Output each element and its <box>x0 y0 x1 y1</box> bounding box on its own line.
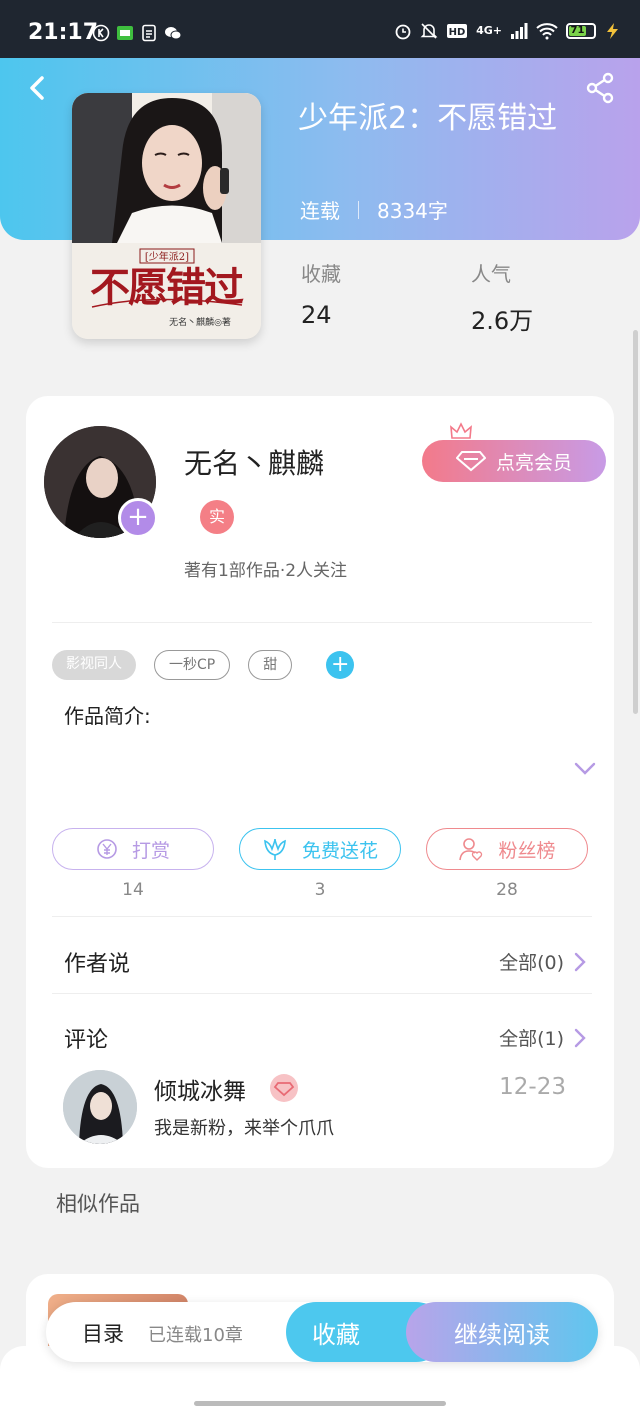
wechat-pay-icon <box>117 26 133 40</box>
author-says-title: 作者说 <box>64 952 131 977</box>
send-flower-label: 免费送花 <box>301 839 378 862</box>
commenter-name[interactable]: 倾城冰舞 <box>154 1072 246 1106</box>
status-time: 21:17 <box>28 20 99 45</box>
author-says-more-label: 全部(0) <box>499 952 564 974</box>
wifi-icon <box>536 23 558 40</box>
fans-icon <box>459 838 483 861</box>
fans-count: 28 <box>496 880 518 900</box>
battery-icon: 71 <box>566 23 596 39</box>
chapter-count: 已连载10章 <box>148 1325 243 1346</box>
crown-icon <box>450 422 472 439</box>
status-left-icons <box>92 24 182 42</box>
chevron-right-icon <box>574 952 586 971</box>
flower-count: 3 <box>314 880 326 900</box>
collect-label: 收藏 <box>312 1320 360 1349</box>
document-icon <box>142 24 156 42</box>
comments-more-label: 全部(1) <box>499 1028 564 1050</box>
yuan-icon <box>97 839 117 859</box>
stat-value: 2.6万 <box>471 307 534 335</box>
chevron-down-icon[interactable] <box>574 762 596 776</box>
continue-reading-label: 继续阅读 <box>454 1320 550 1349</box>
author-name[interactable]: 无名丶麒麟 <box>184 442 324 482</box>
stat-popularity: 人气 2.6万 <box>471 258 533 336</box>
stat-label: 收藏 <box>301 262 341 286</box>
fans-rank-button[interactable]: 粉丝榜 <box>426 828 588 870</box>
comment-text[interactable]: 我是新粉，来举个爪爪 <box>154 1114 334 1140</box>
tip-count: 14 <box>122 880 144 900</box>
divider <box>52 916 592 917</box>
stat-value: 24 <box>301 301 332 329</box>
wechat-icon <box>165 27 182 40</box>
author-info: 著有1部作品·2人关注 <box>184 561 348 581</box>
flower-icon <box>264 838 286 860</box>
vip-button-label: 点亮会员 <box>495 451 572 474</box>
comment-date: 12-23 <box>499 1074 566 1100</box>
status-bar: 21:17 HD 4G+ 71 <box>0 0 640 58</box>
similar-works-title: 相似作品 <box>56 1192 140 1216</box>
commenter-avatar-image <box>63 1070 137 1144</box>
real-name-badge: 实 <box>200 500 234 534</box>
svg-text:HD: HD <box>449 27 466 38</box>
network-type: 4G+ <box>476 24 502 37</box>
book-cover[interactable]: [少年派2] 不愿错过 无名丶麒麟◎著 <box>72 93 261 339</box>
scrollbar[interactable] <box>633 330 638 714</box>
alarm-icon <box>395 24 411 40</box>
tip-button[interactable]: 打赏 <box>52 828 214 870</box>
tag-list: 影视同人 一秒CP 甜 + <box>52 650 355 680</box>
author-says-more[interactable]: 全部(0) <box>499 948 586 975</box>
tip-label: 打赏 <box>131 839 170 862</box>
stat-collect: 收藏 24 <box>301 258 341 329</box>
book-cover-art: [少年派2] 不愿错过 无名丶麒麟◎著 <box>72 93 261 339</box>
send-flower-button[interactable]: 免费送花 <box>239 828 401 870</box>
comments-title: 评论 <box>64 1028 109 1053</box>
chevron-right-icon <box>574 1028 586 1047</box>
cover-author-line: 无名丶麒麟◎著 <box>169 316 231 328</box>
battery-level: 71 <box>569 25 587 36</box>
book-title: 少年派2：不愿错过 <box>298 101 558 136</box>
signal-icon <box>511 23 528 39</box>
diamond-icon <box>455 451 486 472</box>
vip-button[interactable]: 点亮会员 <box>422 440 606 482</box>
home-indicator[interactable] <box>194 1401 446 1406</box>
k-circle-icon <box>92 24 110 42</box>
book-meta: 连载 8334字 <box>300 195 448 224</box>
cover-series-tag: [少年派2] <box>145 250 189 263</box>
bottom-action-bar: 目录 已连载10章 收藏 继续阅读 <box>46 1302 598 1362</box>
network-label: 4G+ <box>476 24 502 37</box>
commenter-vip-badge <box>270 1074 298 1102</box>
cover-title-art: 不愿错过 <box>90 264 244 311</box>
hd-icon: HD <box>447 24 468 38</box>
meta-divider <box>358 200 359 219</box>
divider <box>52 622 592 623</box>
commenter-avatar[interactable] <box>63 1070 137 1144</box>
follow-author-button[interactable]: + <box>118 498 158 538</box>
mute-icon <box>420 23 438 39</box>
intro-label: 作品简介: <box>64 704 151 728</box>
back-icon[interactable] <box>24 72 52 104</box>
status-right-icons: HD 4G+ 71 <box>394 22 622 40</box>
diamond-icon <box>273 1082 295 1097</box>
book-detail-card: + 无名丶麒麟 点亮会员 实 著有1部作品·2人关注 影视同人 一秒CP 甜 +… <box>26 396 614 1168</box>
book-word-count: 8334字 <box>377 199 448 223</box>
continue-reading-button[interactable]: 继续阅读 <box>406 1302 598 1362</box>
add-tag-button[interactable]: + <box>326 651 355 679</box>
stat-label: 人气 <box>471 262 511 286</box>
book-status: 连载 <box>300 199 340 223</box>
tag-item[interactable]: 一秒CP <box>154 650 231 680</box>
tag-item[interactable]: 甜 <box>248 650 293 680</box>
fans-rank-label: 粉丝榜 <box>498 839 556 862</box>
tag-item[interactable]: 影视同人 <box>52 650 136 680</box>
comments-more[interactable]: 全部(1) <box>499 1024 586 1051</box>
charging-icon <box>607 23 618 39</box>
divider <box>52 993 592 994</box>
catalog-button[interactable]: 目录 <box>82 1318 124 1348</box>
